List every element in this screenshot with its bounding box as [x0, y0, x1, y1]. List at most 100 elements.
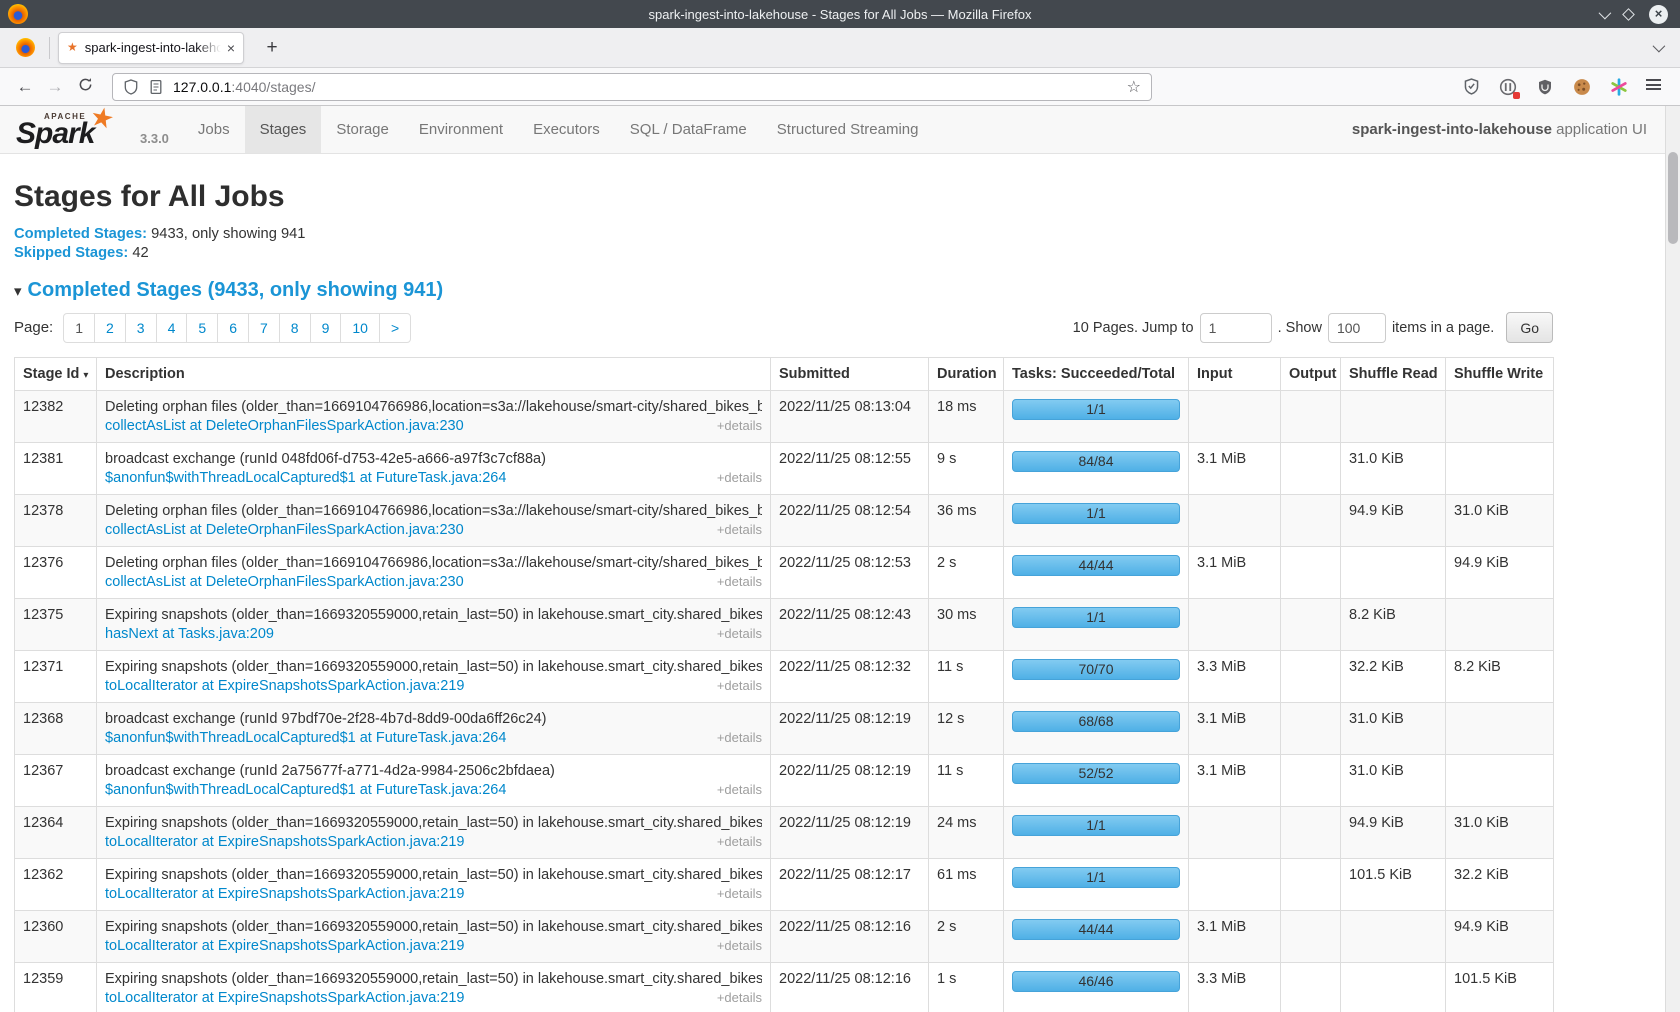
page-info-icon[interactable]	[148, 79, 164, 95]
callsite-link[interactable]: toLocalIterator at ExpireSnapshotsSparkA…	[105, 990, 465, 1006]
page-button-1[interactable]: 1	[64, 314, 94, 342]
completed-stages-link[interactable]: Completed Stages:	[14, 226, 147, 242]
details-toggle[interactable]: +details	[717, 470, 762, 485]
url-text[interactable]: 127.0.0.1:4040/stages/	[173, 79, 1127, 95]
page-button-7[interactable]: 7	[248, 314, 279, 342]
details-toggle[interactable]: +details	[717, 834, 762, 849]
tasks-cell: 1/1	[1004, 807, 1189, 859]
forward-button[interactable]: →	[40, 77, 70, 97]
tasks-progress-bar: 1/1	[1012, 815, 1180, 836]
output-cell	[1281, 911, 1341, 963]
page-content: Stages for All Jobs Completed Stages: 94…	[0, 180, 1553, 1012]
header-shuffle-write[interactable]: Shuffle Write	[1446, 358, 1554, 391]
header-description[interactable]: Description	[97, 358, 771, 391]
details-toggle[interactable]: +details	[717, 782, 762, 797]
new-tab-button[interactable]: +	[258, 37, 286, 59]
colorful-asterisk-extension-icon[interactable]	[1609, 77, 1629, 97]
bookmark-star-icon[interactable]: ☆	[1127, 77, 1141, 97]
callsite-link[interactable]: $anonfun$withThreadLocalCaptured$1 at Fu…	[105, 782, 506, 798]
details-toggle[interactable]: +details	[717, 522, 762, 537]
callsite-link[interactable]: collectAsList at DeleteOrphanFilesSparkA…	[105, 418, 464, 434]
window-close-button[interactable]: ×	[1649, 5, 1668, 24]
callsite-link[interactable]: collectAsList at DeleteOrphanFilesSparkA…	[105, 574, 464, 590]
stage-description: broadcast exchange (runId 048fd06f-d753-…	[105, 451, 762, 467]
tasks-progress-bar: 46/46	[1012, 971, 1180, 992]
page-button-6[interactable]: 6	[217, 314, 248, 342]
details-toggle[interactable]: +details	[717, 990, 762, 1005]
submitted-cell: 2022/11/25 08:12:19	[771, 755, 929, 807]
ublock-extension-icon[interactable]	[1535, 77, 1555, 97]
callsite-link[interactable]: hasNext at Tasks.java:209	[105, 626, 274, 642]
callsite-link[interactable]: $anonfun$withThreadLocalCaptured$1 at Fu…	[105, 730, 506, 746]
header-output[interactable]: Output	[1281, 358, 1341, 391]
reload-button[interactable]	[70, 77, 100, 97]
go-button[interactable]: Go	[1506, 312, 1553, 343]
page-button-2[interactable]: 2	[94, 314, 125, 342]
url-host: 127.0.0.1	[173, 79, 231, 95]
nav-tab-sql-dataframe[interactable]: SQL / DataFrame	[615, 106, 762, 153]
callsite-link[interactable]: collectAsList at DeleteOrphanFilesSparkA…	[105, 522, 464, 538]
callsite-link[interactable]: toLocalIterator at ExpireSnapshotsSparkA…	[105, 678, 465, 694]
header-tasks[interactable]: Tasks: Succeeded/Total	[1004, 358, 1189, 391]
shuffle-write-cell: 31.0 KiB	[1446, 495, 1554, 547]
tab-close-icon[interactable]: ×	[227, 40, 235, 56]
privacy-mask-extension-icon[interactable]	[1498, 77, 1518, 97]
input-cell	[1189, 807, 1281, 859]
header-stage-id[interactable]: Stage Id▾	[15, 358, 97, 391]
nav-tab-environment[interactable]: Environment	[404, 106, 518, 153]
stage-description: Expiring snapshots (older_than=166932055…	[105, 815, 762, 831]
page-button-3[interactable]: 3	[125, 314, 156, 342]
nav-tab-storage[interactable]: Storage	[321, 106, 404, 153]
details-toggle[interactable]: +details	[717, 418, 762, 433]
cookie-extension-icon[interactable]	[1572, 77, 1592, 97]
scrollbar-thumb[interactable]	[1668, 152, 1678, 244]
header-input[interactable]: Input	[1189, 358, 1281, 391]
shield-permissions-icon[interactable]	[123, 79, 139, 95]
duration-cell: 36 ms	[929, 495, 1004, 547]
menu-button[interactable]	[1646, 77, 1666, 97]
pagination-row: Page: 12345678910> 10 Pages. Jump to . S…	[14, 312, 1553, 343]
list-all-tabs-button[interactable]	[1653, 43, 1662, 52]
callsite-link[interactable]: toLocalIterator at ExpireSnapshotsSparkA…	[105, 886, 465, 902]
page-button-10[interactable]: 10	[340, 314, 379, 342]
details-toggle[interactable]: +details	[717, 626, 762, 641]
nav-tab-jobs[interactable]: Jobs	[183, 106, 245, 153]
header-duration[interactable]: Duration	[929, 358, 1004, 391]
header-shuffle-read[interactable]: Shuffle Read	[1341, 358, 1446, 391]
details-toggle[interactable]: +details	[717, 678, 762, 693]
url-bar[interactable]: 127.0.0.1:4040/stages/ ☆	[112, 73, 1152, 101]
nav-tab-executors[interactable]: Executors	[518, 106, 615, 153]
details-toggle[interactable]: +details	[717, 574, 762, 589]
skipped-stages-link[interactable]: Skipped Stages:	[14, 245, 128, 261]
nav-tab-stages[interactable]: Stages	[245, 106, 322, 153]
nav-tab-structured-streaming[interactable]: Structured Streaming	[762, 106, 934, 153]
page-button-8[interactable]: 8	[279, 314, 310, 342]
shuffle-read-cell: 31.0 KiB	[1341, 703, 1446, 755]
duration-cell: 12 s	[929, 703, 1004, 755]
spark-logo[interactable]: APACHE Spark ★	[14, 106, 134, 153]
callsite-link[interactable]: toLocalIterator at ExpireSnapshotsSparkA…	[105, 938, 465, 954]
shield-check-extension-icon[interactable]	[1461, 77, 1481, 97]
page-viewport: APACHE Spark ★ 3.3.0 JobsStagesStorageEn…	[0, 106, 1680, 1012]
completed-stages-section-header[interactable]: ▾Completed Stages (9433, only showing 94…	[14, 279, 1553, 302]
page-button-9[interactable]: 9	[310, 314, 341, 342]
items-per-page-input[interactable]	[1328, 313, 1386, 343]
jump-to-page-input[interactable]	[1200, 313, 1272, 343]
window-maximize-button[interactable]	[1622, 8, 1635, 21]
description-cell: Expiring snapshots (older_than=166932055…	[97, 599, 771, 651]
next-page-button[interactable]: >	[379, 314, 410, 342]
callsite-link[interactable]: $anonfun$withThreadLocalCaptured$1 at Fu…	[105, 470, 506, 486]
browser-tab[interactable]: ★ spark-ingest-into-lakehous ×	[58, 32, 244, 64]
details-toggle[interactable]: +details	[717, 938, 762, 953]
input-cell: 3.1 MiB	[1189, 703, 1281, 755]
page-button-4[interactable]: 4	[156, 314, 187, 342]
table-row: 12364 Expiring snapshots (older_than=166…	[15, 807, 1554, 859]
window-minimize-button[interactable]	[1599, 6, 1612, 19]
details-toggle[interactable]: +details	[717, 730, 762, 745]
callsite-link[interactable]: toLocalIterator at ExpireSnapshotsSparkA…	[105, 834, 465, 850]
page-button-5[interactable]: 5	[186, 314, 217, 342]
details-toggle[interactable]: +details	[717, 886, 762, 901]
back-button[interactable]: ←	[10, 77, 40, 97]
duration-cell: 30 ms	[929, 599, 1004, 651]
header-submitted[interactable]: Submitted	[771, 358, 929, 391]
